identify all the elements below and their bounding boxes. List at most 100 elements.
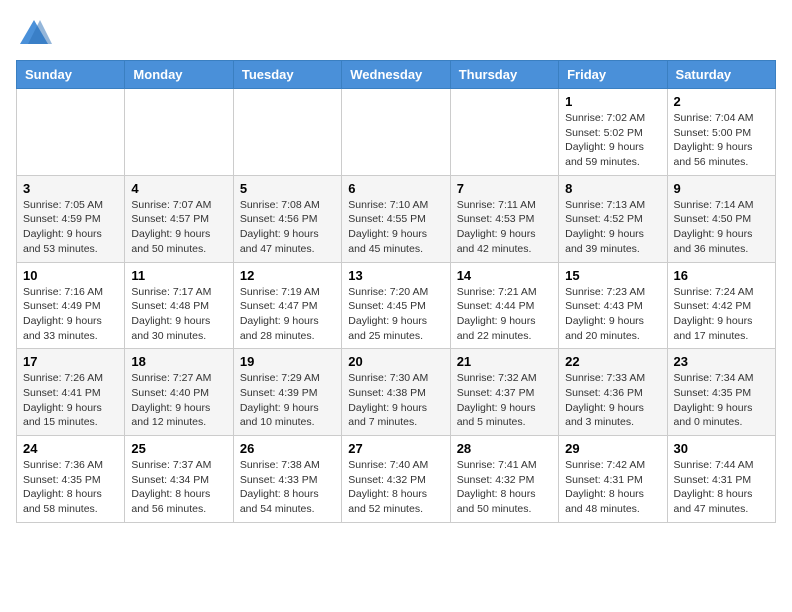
weekday-header-wednesday: Wednesday (342, 61, 450, 89)
day-number: 5 (240, 181, 335, 196)
weekday-header-thursday: Thursday (450, 61, 558, 89)
calendar-cell: 8Sunrise: 7:13 AM Sunset: 4:52 PM Daylig… (559, 175, 667, 262)
calendar-cell: 14 Sunrise: 7:21 AM Sunset: 4:44 PM Dayli… (450, 262, 558, 349)
calendar-cell: 23 Sunrise: 7:34 AM Sunset: 4:35 PM Dayli… (667, 349, 775, 436)
day-number: 20 (348, 354, 443, 369)
calendar-week-row: 17 Sunrise: 7:26 AM Sunset: 4:41 PM Dayli… (17, 349, 776, 436)
day-info: Sunrise: 7:24 AM Sunset: 4:42 PM Dayligh… (674, 285, 769, 344)
logo-icon (16, 16, 52, 52)
day-info: Sunrise: 7:37 AM Sunset: 4:34 PM Dayligh… (131, 458, 226, 517)
day-info: Sunrise: 7:08 AM Sunset: 4:56 PM Dayligh… (240, 198, 335, 257)
day-number: 17 (23, 354, 118, 369)
calendar-cell (342, 89, 450, 176)
calendar-cell: 1 Sunrise: 7:02 AM Sunset: 5:02 PM Daylig… (559, 89, 667, 176)
calendar-cell: 5 Sunrise: 7:08 AM Sunset: 4:56 PM Daylig… (233, 175, 341, 262)
day-number: 26 (240, 441, 335, 456)
calendar-cell: 20 Sunrise: 7:30 AM Sunset: 4:38 PM Dayli… (342, 349, 450, 436)
day-number: 18 (131, 354, 226, 369)
calendar-cell: 3Sunrise: 7:05 AM Sunset: 4:59 PM Daylig… (17, 175, 125, 262)
day-info: Sunrise: 7:11 AM Sunset: 4:53 PM Dayligh… (457, 198, 552, 257)
calendar-cell: 30 Sunrise: 7:44 AM Sunset: 4:31 PM Dayli… (667, 436, 775, 523)
day-number: 25 (131, 441, 226, 456)
day-info: Sunrise: 7:42 AM Sunset: 4:31 PM Dayligh… (565, 458, 660, 517)
logo (16, 16, 56, 52)
calendar-cell: 12 Sunrise: 7:19 AM Sunset: 4:47 PM Dayli… (233, 262, 341, 349)
day-number: 30 (674, 441, 769, 456)
day-info: Sunrise: 7:26 AM Sunset: 4:41 PM Dayligh… (23, 371, 118, 430)
day-number: 29 (565, 441, 660, 456)
day-number: 14 (457, 268, 552, 283)
day-info: Sunrise: 7:21 AM Sunset: 4:44 PM Dayligh… (457, 285, 552, 344)
day-number: 9 (674, 181, 769, 196)
day-info: Sunrise: 7:17 AM Sunset: 4:48 PM Dayligh… (131, 285, 226, 344)
day-info: Sunrise: 7:40 AM Sunset: 4:32 PM Dayligh… (348, 458, 443, 517)
day-info: Sunrise: 7:14 AM Sunset: 4:50 PM Dayligh… (674, 198, 769, 257)
calendar-cell: 4 Sunrise: 7:07 AM Sunset: 4:57 PM Daylig… (125, 175, 233, 262)
day-info: Sunrise: 7:27 AM Sunset: 4:40 PM Dayligh… (131, 371, 226, 430)
day-number: 15 (565, 268, 660, 283)
day-info: Sunrise: 7:23 AM Sunset: 4:43 PM Dayligh… (565, 285, 660, 344)
day-info: Sunrise: 7:04 AM Sunset: 5:00 PM Dayligh… (674, 111, 769, 170)
calendar-cell: 2 Sunrise: 7:04 AM Sunset: 5:00 PM Daylig… (667, 89, 775, 176)
calendar-cell (17, 89, 125, 176)
day-number: 2 (674, 94, 769, 109)
calendar-week-row: 1 Sunrise: 7:02 AM Sunset: 5:02 PM Daylig… (17, 89, 776, 176)
day-number: 8 (565, 181, 660, 196)
day-info: Sunrise: 7:20 AM Sunset: 4:45 PM Dayligh… (348, 285, 443, 344)
calendar-cell (450, 89, 558, 176)
day-info: Sunrise: 7:34 AM Sunset: 4:35 PM Dayligh… (674, 371, 769, 430)
day-info: Sunrise: 7:33 AM Sunset: 4:36 PM Dayligh… (565, 371, 660, 430)
calendar-week-row: 24 Sunrise: 7:36 AM Sunset: 4:35 PM Dayli… (17, 436, 776, 523)
day-info: Sunrise: 7:32 AM Sunset: 4:37 PM Dayligh… (457, 371, 552, 430)
day-info: Sunrise: 7:02 AM Sunset: 5:02 PM Dayligh… (565, 111, 660, 170)
calendar-cell: 6 Sunrise: 7:10 AM Sunset: 4:55 PM Daylig… (342, 175, 450, 262)
day-number: 4 (131, 181, 226, 196)
day-number: 13 (348, 268, 443, 283)
day-number: 28 (457, 441, 552, 456)
calendar-cell: 25 Sunrise: 7:37 AM Sunset: 4:34 PM Dayli… (125, 436, 233, 523)
weekday-header-saturday: Saturday (667, 61, 775, 89)
day-number: 27 (348, 441, 443, 456)
day-info: Sunrise: 7:30 AM Sunset: 4:38 PM Dayligh… (348, 371, 443, 430)
calendar-cell: 28Sunrise: 7:41 AM Sunset: 4:32 PM Dayli… (450, 436, 558, 523)
day-number: 11 (131, 268, 226, 283)
calendar-cell: 24 Sunrise: 7:36 AM Sunset: 4:35 PM Dayli… (17, 436, 125, 523)
day-number: 10 (23, 268, 118, 283)
calendar-cell: 21 Sunrise: 7:32 AM Sunset: 4:37 PM Dayli… (450, 349, 558, 436)
calendar-cell: 16Sunrise: 7:24 AM Sunset: 4:42 PM Dayli… (667, 262, 775, 349)
calendar-cell: 9 Sunrise: 7:14 AM Sunset: 4:50 PM Daylig… (667, 175, 775, 262)
day-info: Sunrise: 7:16 AM Sunset: 4:49 PM Dayligh… (23, 285, 118, 344)
calendar-cell: 22Sunrise: 7:33 AM Sunset: 4:36 PM Dayli… (559, 349, 667, 436)
calendar-cell: 10 Sunrise: 7:16 AM Sunset: 4:49 PM Dayli… (17, 262, 125, 349)
calendar-cell: 29 Sunrise: 7:42 AM Sunset: 4:31 PM Dayli… (559, 436, 667, 523)
calendar-cell (125, 89, 233, 176)
calendar-cell: 19Sunrise: 7:29 AM Sunset: 4:39 PM Dayli… (233, 349, 341, 436)
calendar-cell: 18 Sunrise: 7:27 AM Sunset: 4:40 PM Dayli… (125, 349, 233, 436)
calendar-cell: 17 Sunrise: 7:26 AM Sunset: 4:41 PM Dayli… (17, 349, 125, 436)
calendar-cell: 7 Sunrise: 7:11 AM Sunset: 4:53 PM Daylig… (450, 175, 558, 262)
day-number: 12 (240, 268, 335, 283)
calendar-cell (233, 89, 341, 176)
day-number: 24 (23, 441, 118, 456)
day-info: Sunrise: 7:38 AM Sunset: 4:33 PM Dayligh… (240, 458, 335, 517)
weekday-header-friday: Friday (559, 61, 667, 89)
calendar-table: SundayMondayTuesdayWednesdayThursdayFrid… (16, 60, 776, 523)
calendar-cell: 27 Sunrise: 7:40 AM Sunset: 4:32 PM Dayli… (342, 436, 450, 523)
day-info: Sunrise: 7:05 AM Sunset: 4:59 PM Dayligh… (23, 198, 118, 257)
day-number: 21 (457, 354, 552, 369)
day-number: 6 (348, 181, 443, 196)
calendar-cell: 26 Sunrise: 7:38 AM Sunset: 4:33 PM Dayli… (233, 436, 341, 523)
day-number: 1 (565, 94, 660, 109)
calendar-week-row: 10 Sunrise: 7:16 AM Sunset: 4:49 PM Dayli… (17, 262, 776, 349)
weekday-header-monday: Monday (125, 61, 233, 89)
day-info: Sunrise: 7:36 AM Sunset: 4:35 PM Dayligh… (23, 458, 118, 517)
day-info: Sunrise: 7:19 AM Sunset: 4:47 PM Dayligh… (240, 285, 335, 344)
day-info: Sunrise: 7:44 AM Sunset: 4:31 PM Dayligh… (674, 458, 769, 517)
day-number: 23 (674, 354, 769, 369)
day-info: Sunrise: 7:07 AM Sunset: 4:57 PM Dayligh… (131, 198, 226, 257)
day-info: Sunrise: 7:10 AM Sunset: 4:55 PM Dayligh… (348, 198, 443, 257)
calendar-cell: 15 Sunrise: 7:23 AM Sunset: 4:43 PM Dayli… (559, 262, 667, 349)
day-number: 19 (240, 354, 335, 369)
day-number: 7 (457, 181, 552, 196)
weekday-header-sunday: Sunday (17, 61, 125, 89)
